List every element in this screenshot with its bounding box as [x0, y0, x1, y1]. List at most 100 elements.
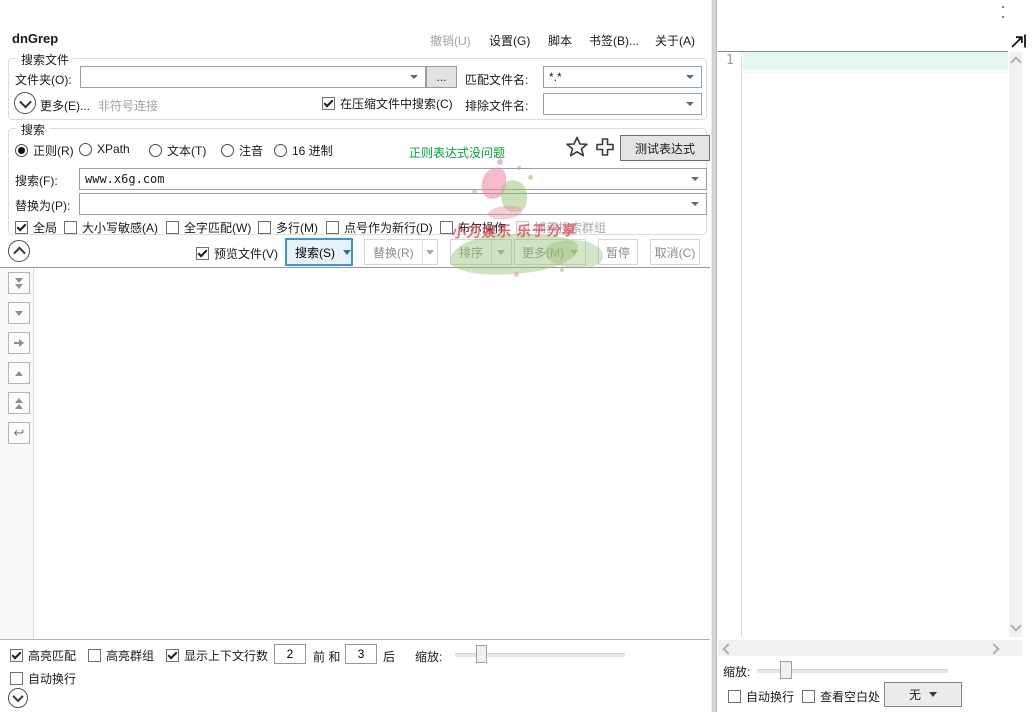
- checkbox-label: 大小写敏感(A): [82, 219, 158, 236]
- button-label: 暂停: [606, 244, 630, 261]
- search-split-arrow[interactable]: [343, 250, 351, 255]
- checkbox-label: 点号作为新行(D): [344, 219, 433, 236]
- chevron-down-icon[interactable]: [691, 202, 699, 206]
- previous-file-button[interactable]: [8, 392, 30, 414]
- favorite-star-icon[interactable]: [565, 135, 589, 159]
- current-match-button[interactable]: [8, 332, 30, 354]
- add-bookmark-plus-icon[interactable]: [594, 136, 616, 158]
- context-before-input[interactable]: [274, 644, 306, 664]
- chevron-double-up-icon: [15, 398, 23, 403]
- boolean-operators-checkbox[interactable]: 布尔操作: [440, 219, 506, 236]
- whitespace-mode-dropdown[interactable]: 无: [884, 682, 962, 707]
- previous-match-button[interactable]: [8, 362, 30, 384]
- next-file-button[interactable]: [8, 272, 30, 294]
- chevron-down-icon: [929, 692, 937, 697]
- checkbox-box: [728, 690, 741, 703]
- checkbox-label: 在压缩文件中搜索(C): [340, 95, 453, 112]
- scroll-left-icon[interactable]: [722, 643, 733, 654]
- dot-as-newline-checkbox[interactable]: 点号作为新行(D): [326, 219, 433, 236]
- grip-dots-icon: [1002, 6, 1004, 8]
- mode-text-radio[interactable]: 文本(T): [149, 142, 206, 159]
- context-after-input[interactable]: [345, 644, 377, 664]
- chevron-down-icon[interactable]: [686, 75, 694, 79]
- mode-hex-radio[interactable]: 16 进制: [274, 142, 333, 159]
- chevron-down-icon: [497, 250, 505, 255]
- menu-settings[interactable]: 设置(G): [489, 32, 530, 49]
- chevron-down-icon[interactable]: [691, 177, 699, 181]
- wrap-toggle-button[interactable]: ↩: [8, 422, 30, 444]
- search-archives-checkbox[interactable]: 在压缩文件中搜索(C): [322, 95, 453, 112]
- button-label: 排序: [451, 244, 491, 261]
- arrow-down-icon: [15, 311, 23, 316]
- line-number: 1: [726, 53, 734, 68]
- checkbox-label: 布尔操作: [458, 219, 506, 236]
- chevron-down-icon[interactable]: [686, 102, 694, 106]
- global-checkbox[interactable]: 全局: [15, 219, 57, 236]
- button-label: 替换(R): [365, 244, 422, 261]
- show-context-checkbox[interactable]: 显示上下文行数: [166, 647, 268, 664]
- more-label[interactable]: 更多(E)...: [40, 97, 90, 114]
- folder-combobox[interactable]: [80, 66, 426, 88]
- checkbox-box: [516, 221, 529, 234]
- chevron-down-icon: [426, 250, 434, 255]
- next-match-button[interactable]: [8, 302, 30, 324]
- highlight-groups-checkbox[interactable]: 高亮群组: [88, 647, 154, 664]
- results-area[interactable]: [0, 267, 710, 640]
- button-label: 搜索(S): [287, 244, 343, 261]
- browse-folder-button[interactable]: ...: [426, 66, 457, 88]
- scroll-down-icon[interactable]: [1010, 620, 1021, 631]
- scroll-right-icon[interactable]: [988, 643, 999, 654]
- radio-dot: [149, 144, 162, 157]
- menu-script[interactable]: 脚本: [548, 32, 572, 49]
- preview-vertical-scrollbar[interactable]: [1009, 52, 1022, 637]
- whole-word-checkbox[interactable]: 全字匹配(W): [166, 219, 251, 236]
- mode-phonetic-radio[interactable]: 注音: [221, 142, 263, 159]
- results-zoom-slider-thumb[interactable]: [476, 645, 487, 663]
- chevron-down-icon: [570, 250, 578, 255]
- expand-options-button[interactable]: [8, 688, 28, 708]
- highlight-matches-checkbox[interactable]: 高亮匹配: [10, 647, 76, 664]
- scroll-up-icon[interactable]: [1010, 56, 1021, 67]
- cancel-button: 取消(C): [650, 239, 700, 265]
- search-button[interactable]: 搜索(S): [285, 238, 353, 266]
- view-whitespace-checkbox[interactable]: 查看空白处: [802, 688, 880, 705]
- match-filename-combobox[interactable]: *.*: [543, 66, 702, 88]
- checkbox-box: [166, 221, 179, 234]
- sort-button: 排序: [450, 239, 512, 265]
- context-suffix-label: 后: [383, 648, 395, 665]
- radio-dot: [221, 144, 234, 157]
- radio-dot: [274, 144, 287, 157]
- button-label: 更多(M): [522, 244, 564, 261]
- menu-bookmarks[interactable]: 书签(B)...: [589, 32, 639, 49]
- preview-horizontal-scrollbar[interactable]: [718, 640, 1022, 656]
- multiline-checkbox[interactable]: 多行(M): [258, 219, 318, 236]
- replace-split-arrow: [422, 250, 437, 255]
- follow-symlinks-label: 非符号连接: [98, 97, 158, 114]
- results-word-wrap-checkbox[interactable]: 自动换行: [10, 670, 76, 687]
- mode-xpath-radio[interactable]: XPath: [79, 142, 130, 156]
- popout-preview-icon[interactable]: [1008, 31, 1028, 51]
- arrow-right-icon: [14, 339, 24, 347]
- case-sensitive-checkbox[interactable]: 大小写敏感(A): [64, 219, 158, 236]
- test-expression-button[interactable]: 测试表达式: [620, 135, 710, 161]
- replace-with-combobox[interactable]: [79, 193, 707, 215]
- preview-word-wrap-checkbox[interactable]: 自动换行: [728, 688, 794, 705]
- radio-label: XPath: [97, 142, 130, 156]
- panel-splitter[interactable]: [711, 0, 717, 712]
- mode-regex-radio[interactable]: 正则(R): [15, 142, 74, 159]
- search-group: 搜索 正则(R) XPath 文本(T) 注音 16 进制 正则表达式没问题 测: [8, 128, 707, 235]
- group-title: 搜索文件: [17, 51, 73, 68]
- preview-file-checkbox[interactable]: 预览文件(V): [196, 245, 278, 262]
- collapse-search-panel-button[interactable]: [8, 240, 30, 262]
- preview-zoom-slider-thumb[interactable]: [780, 661, 792, 679]
- checkbox-box: [326, 221, 339, 234]
- menu-about[interactable]: 关于(A): [655, 32, 695, 49]
- search-files-group: 搜索文件 文件夹(O): ... 匹配文件名: *.* 更多(E)... 非符号…: [8, 58, 707, 120]
- exclude-filename-combobox[interactable]: [543, 93, 702, 115]
- chevron-down-icon: [12, 691, 23, 702]
- current-line-highlight-edge: [743, 69, 1008, 73]
- results-zoom-label: 缩放:: [415, 648, 442, 665]
- search-for-combobox[interactable]: www.x6g.com: [79, 168, 707, 190]
- chevron-down-icon[interactable]: [410, 75, 418, 79]
- more-options-expander[interactable]: [14, 92, 36, 114]
